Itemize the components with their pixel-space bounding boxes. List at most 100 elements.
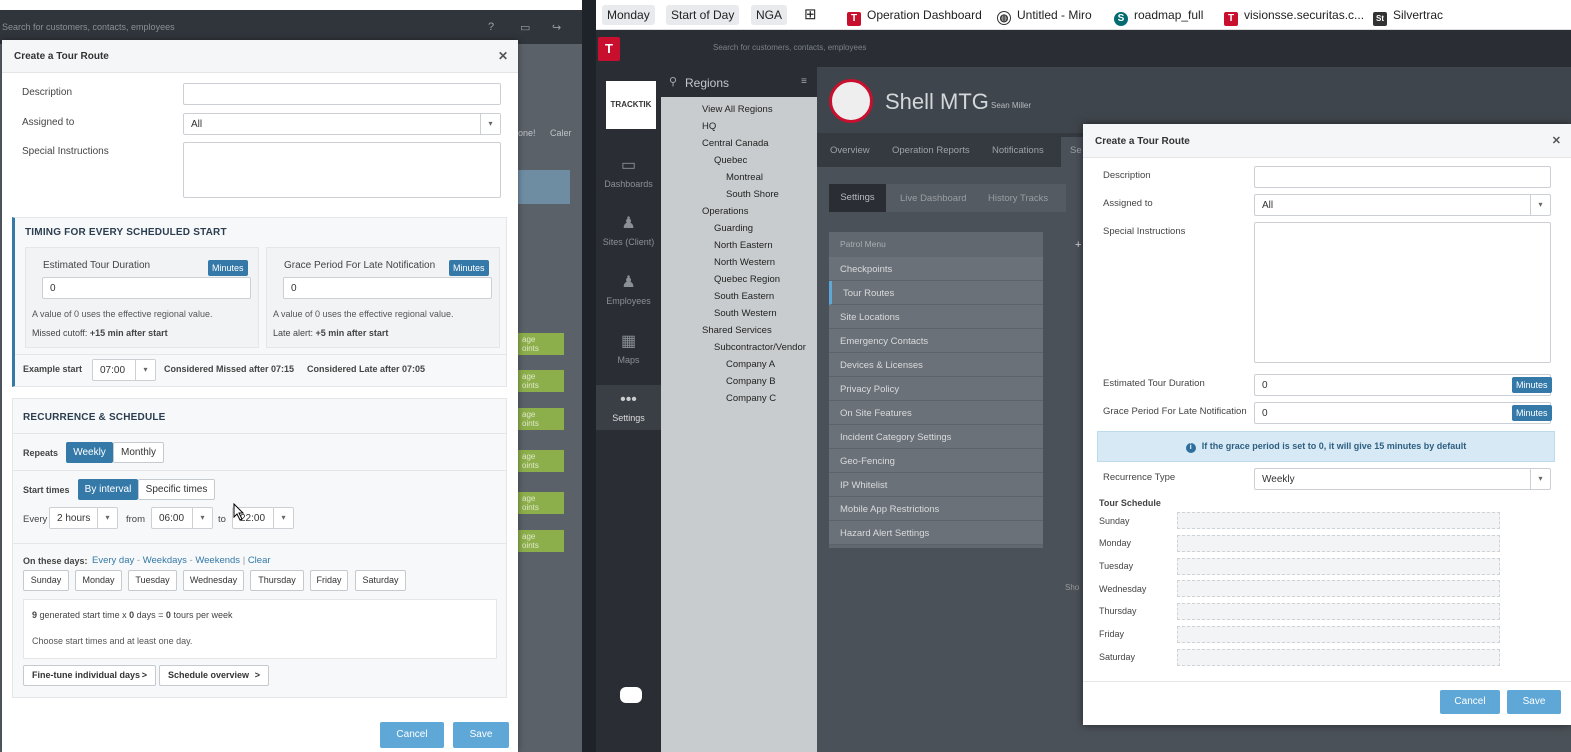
day-schedule-row[interactable] — [1177, 603, 1500, 620]
bg-green-button[interactable]: age oints — [518, 408, 564, 430]
tree-item[interactable]: South Eastern — [714, 291, 774, 302]
weekdays-link[interactable]: Weekdays — [143, 555, 187, 566]
save-button[interactable]: Save — [1507, 690, 1561, 714]
description-input[interactable] — [1254, 166, 1551, 188]
duration-input[interactable]: 0 — [42, 277, 251, 299]
every-select[interactable]: 2 hours ▾ — [49, 507, 118, 529]
bookmark-silvertrac[interactable]: St Silvertrac — [1368, 5, 1448, 26]
tab-operation-reports[interactable]: Operation Reports — [892, 145, 970, 156]
bookmark-miro[interactable]: ◍ Untitled - Miro — [992, 5, 1097, 25]
tree-item[interactable]: North Eastern — [714, 240, 773, 251]
schedule-overview-button[interactable]: Schedule overview > — [159, 665, 269, 686]
day-schedule-row[interactable] — [1177, 558, 1500, 575]
bg-green-button[interactable]: age oints — [518, 333, 564, 355]
patrol-menu-item[interactable]: Privacy Policy — [829, 377, 1043, 401]
patrol-menu-item[interactable]: On Site Features — [829, 401, 1043, 425]
tree-item[interactable]: Company A — [726, 359, 775, 370]
patrol-menu-item[interactable]: Mobile App Restrictions — [829, 497, 1043, 521]
patrol-menu-item[interactable]: Hazard Alert Settings — [829, 521, 1043, 545]
duration-input[interactable]: 0 — [1254, 374, 1551, 396]
tree-item[interactable]: North Western — [714, 257, 775, 268]
bookmark-visionsse[interactable]: Tvisionsse.securitas.c... — [1219, 5, 1369, 26]
by-interval-button[interactable]: By interval — [78, 479, 138, 500]
subtab-settings[interactable]: Settings — [829, 184, 886, 212]
tab-overview[interactable]: Overview — [830, 145, 870, 156]
bg-green-button[interactable]: age oints — [518, 492, 564, 514]
tree-item[interactable]: South Shore — [726, 189, 779, 200]
tree-item[interactable]: Subcontractor/Vendor — [714, 342, 806, 353]
bookmark-start-of-day[interactable]: Start of Day — [666, 5, 740, 25]
special-instructions-textarea[interactable] — [183, 142, 501, 198]
weekends-link[interactable]: Weekends — [195, 555, 240, 566]
tree-item[interactable]: Montreal — [726, 172, 763, 183]
bookmark-roadmap[interactable]: Sroadmap_full — [1109, 5, 1208, 26]
subtab-live-dashboard[interactable]: Live Dashboard — [900, 193, 967, 204]
patrol-menu-item[interactable]: IP Whitelist — [829, 473, 1043, 497]
clear-link[interactable]: Clear — [248, 555, 271, 566]
example-start-select[interactable]: 07:00 ▾ — [92, 359, 156, 381]
bg-green-button[interactable]: age oints — [518, 370, 564, 392]
right-search-placeholder[interactable]: Search for customers, contacts, employee… — [713, 43, 866, 52]
subtab-history-tracks[interactable]: History Tracks — [988, 193, 1048, 204]
grace-input[interactable]: 0 — [283, 277, 492, 299]
day-saturday-button[interactable]: Saturday — [355, 570, 406, 591]
tree-item[interactable]: Company C — [726, 393, 776, 404]
every-day-link[interactable]: Every day — [92, 555, 134, 566]
day-monday-button[interactable]: Monday — [75, 570, 122, 591]
nav-employees[interactable]: ♟ Employees — [596, 272, 661, 306]
add-icon[interactable]: + — [1075, 239, 1081, 251]
day-schedule-row[interactable] — [1177, 649, 1500, 666]
recurrence-select[interactable]: Weekly ▾ — [1254, 468, 1551, 490]
day-schedule-row[interactable] — [1177, 626, 1500, 643]
fine-tune-button[interactable]: Fine-tune individual days > — [23, 665, 156, 686]
day-wednesday-button[interactable]: Wednesday — [183, 570, 244, 591]
tree-item[interactable]: South Western — [714, 308, 777, 319]
bg-green-button[interactable]: age oints — [518, 530, 564, 552]
nav-settings[interactable]: ••• Settings — [596, 385, 661, 430]
day-schedule-row[interactable] — [1177, 512, 1500, 529]
close-icon[interactable]: ✕ — [1552, 134, 1561, 147]
special-instructions-textarea[interactable] — [1254, 222, 1551, 363]
cancel-button[interactable]: Cancel — [380, 722, 444, 748]
from-select[interactable]: 06:00 ▾ — [151, 507, 213, 529]
chat-icon[interactable] — [620, 687, 642, 703]
bg-green-button[interactable]: age oints — [518, 450, 564, 472]
specific-times-button[interactable]: Specific times — [138, 479, 215, 500]
left-search-placeholder[interactable]: Search for customers, contacts, employee… — [2, 22, 175, 32]
save-button[interactable]: Save — [453, 722, 509, 748]
bookmark-operation-dashboard[interactable]: T Operation Dashboard — [842, 5, 987, 26]
monthly-button[interactable]: Monthly — [113, 442, 164, 463]
tree-item[interactable]: Shared Services — [702, 325, 772, 336]
assigned-select[interactable]: All ▾ — [1254, 194, 1551, 216]
share-icon[interactable]: ↪ — [552, 21, 561, 34]
day-sunday-button[interactable]: Sunday — [23, 570, 69, 591]
assigned-select[interactable]: All ▾ — [183, 113, 501, 135]
apps-grid-icon[interactable]: ⊞ — [799, 5, 822, 25]
day-schedule-row[interactable] — [1177, 580, 1500, 597]
day-schedule-row[interactable] — [1177, 535, 1500, 552]
nav-maps[interactable]: ▦ Maps — [596, 331, 661, 365]
tree-item[interactable]: View All Regions — [702, 104, 773, 115]
close-icon[interactable]: ✕ — [498, 49, 508, 63]
tracktik-logo-icon[interactable]: T — [598, 37, 620, 61]
tree-item[interactable]: HQ — [702, 121, 716, 132]
weekly-button[interactable]: Weekly — [66, 442, 113, 463]
monitor-icon[interactable]: ▭ — [520, 21, 530, 34]
bookmark-monday[interactable]: Monday — [602, 5, 655, 25]
tree-item[interactable]: Quebec — [714, 155, 747, 166]
tree-item[interactable]: Guarding — [714, 223, 753, 234]
bookmark-nga[interactable]: NGA — [751, 5, 788, 25]
day-tuesday-button[interactable]: Tuesday — [128, 570, 177, 591]
patrol-menu-item[interactable]: Geo-Fencing — [829, 449, 1043, 473]
patrol-menu-item[interactable]: Incident Category Settings — [829, 425, 1043, 449]
tree-item[interactable]: Company B — [726, 376, 776, 387]
patrol-menu-item[interactable]: Devices & Licenses — [829, 353, 1043, 377]
patrol-menu-item-active[interactable]: Tour Routes — [829, 281, 1043, 305]
nav-dashboards[interactable]: ▭ Dashboards — [596, 155, 661, 189]
day-thursday-button[interactable]: Thursday — [250, 570, 304, 591]
cancel-button[interactable]: Cancel — [1440, 690, 1500, 714]
patrol-menu-item[interactable]: Site Locations — [829, 305, 1043, 329]
tab-notifications[interactable]: Notifications — [992, 145, 1044, 156]
nav-sites[interactable]: ♟ Sites (Client) — [596, 213, 661, 247]
day-friday-button[interactable]: Friday — [310, 570, 348, 591]
